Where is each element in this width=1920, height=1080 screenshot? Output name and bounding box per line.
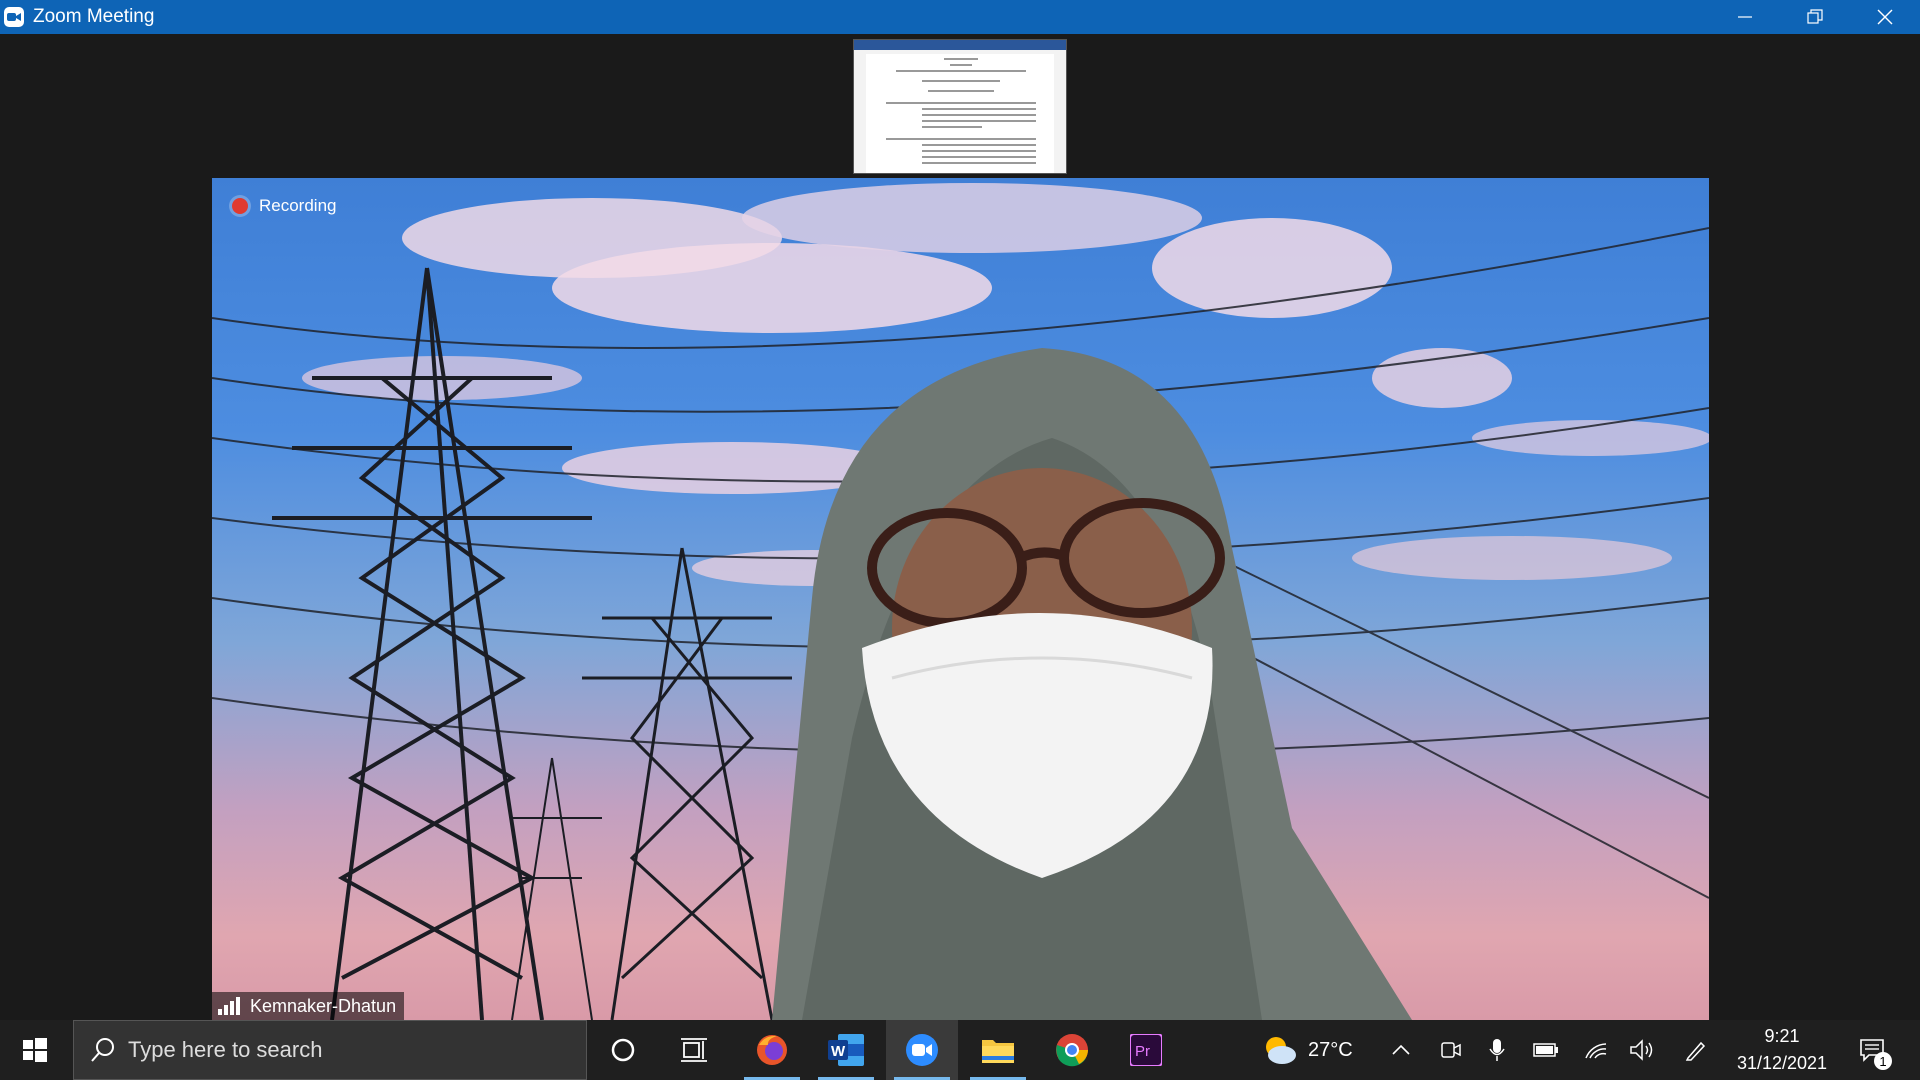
pen-icon bbox=[1685, 1041, 1706, 1061]
zoom-taskbar-button[interactable] bbox=[886, 1020, 958, 1080]
recording-indicator: Recording bbox=[232, 196, 337, 216]
zoom-icon bbox=[906, 1034, 938, 1066]
clock-date: 31/12/2021 bbox=[1736, 1053, 1828, 1073]
cortana-button[interactable] bbox=[587, 1020, 659, 1080]
firefox-taskbar-button[interactable] bbox=[736, 1020, 808, 1080]
show-hidden-icons-button[interactable] bbox=[1384, 1020, 1418, 1080]
participant-name-tag: Kemnaker-Dhatun bbox=[212, 992, 405, 1020]
premiere-pro-taskbar-button[interactable]: Pr bbox=[1110, 1020, 1182, 1080]
meet-now-button[interactable] bbox=[1434, 1020, 1468, 1080]
shared-screen-thumbnail[interactable] bbox=[853, 39, 1067, 174]
search-placeholder: Type here to search bbox=[128, 1037, 323, 1062]
chevron-up-icon bbox=[1392, 1044, 1410, 1055]
wifi-icon bbox=[1585, 1043, 1607, 1059]
network-button[interactable] bbox=[1576, 1020, 1616, 1080]
meeting-area: Recording Kemnaker-Dhatun bbox=[0, 34, 1920, 1020]
signal-strength-icon bbox=[218, 997, 242, 1015]
microphone-button[interactable] bbox=[1480, 1020, 1514, 1080]
action-center-button[interactable]: 1 bbox=[1848, 1020, 1896, 1080]
taskbar-clock[interactable]: 9:21 31/12/2021 bbox=[1728, 1020, 1836, 1080]
task-view-icon bbox=[681, 1038, 707, 1062]
recording-label: Recording bbox=[259, 196, 337, 215]
cortana-icon bbox=[611, 1038, 635, 1062]
title-bar: Zoom Meeting bbox=[0, 0, 1920, 34]
windows-logo-icon bbox=[23, 1038, 47, 1062]
file-explorer-icon bbox=[982, 1040, 1014, 1063]
battery-icon bbox=[1533, 1043, 1558, 1057]
taskbar: Type here to search W Pr 27°C 9:21 31/12… bbox=[0, 1020, 1920, 1080]
speaker-icon bbox=[1630, 1039, 1653, 1061]
clock-time: 9:21 bbox=[1764, 1026, 1800, 1046]
svg-text:Pr: Pr bbox=[1135, 1043, 1150, 1060]
document-ribbon bbox=[854, 40, 1066, 50]
minimize-button[interactable] bbox=[1710, 0, 1780, 34]
video-scene bbox=[212, 183, 1709, 1020]
start-button[interactable] bbox=[0, 1020, 70, 1080]
participant-video[interactable]: Recording Kemnaker-Dhatun bbox=[212, 178, 1709, 1020]
premiere-pro-icon: Pr bbox=[1130, 1034, 1162, 1066]
notification-count-badge: 1 bbox=[1874, 1052, 1892, 1070]
weather-widget[interactable]: 27°C bbox=[1262, 1020, 1374, 1080]
microphone-icon bbox=[1489, 1039, 1505, 1061]
firefox-icon bbox=[757, 1035, 787, 1065]
chrome-icon bbox=[1056, 1034, 1088, 1067]
search-icon bbox=[91, 1038, 114, 1062]
task-view-button[interactable] bbox=[659, 1020, 731, 1080]
word-taskbar-button[interactable]: W bbox=[810, 1020, 882, 1080]
battery-button[interactable] bbox=[1526, 1020, 1566, 1080]
volume-button[interactable] bbox=[1622, 1020, 1662, 1080]
svg-text:W: W bbox=[831, 1043, 846, 1060]
close-button[interactable] bbox=[1850, 0, 1920, 34]
taskbar-search-box[interactable]: Type here to search bbox=[73, 1020, 587, 1080]
file-explorer-taskbar-button[interactable] bbox=[962, 1020, 1034, 1080]
restore-button[interactable] bbox=[1780, 0, 1850, 34]
window-title: Zoom Meeting bbox=[33, 6, 155, 27]
chrome-taskbar-button[interactable] bbox=[1036, 1020, 1108, 1080]
recording-dot-icon bbox=[232, 198, 248, 214]
zoom-app-icon bbox=[4, 7, 24, 27]
camera-icon bbox=[1441, 1042, 1461, 1058]
partly-cloudy-icon bbox=[1266, 1037, 1296, 1064]
document-page bbox=[866, 54, 1054, 173]
participant-name: Kemnaker-Dhatun bbox=[250, 995, 397, 1016]
weather-temperature: 27°C bbox=[1308, 1038, 1353, 1061]
word-icon: W bbox=[828, 1034, 864, 1066]
pen-workspace-button[interactable] bbox=[1676, 1020, 1716, 1080]
